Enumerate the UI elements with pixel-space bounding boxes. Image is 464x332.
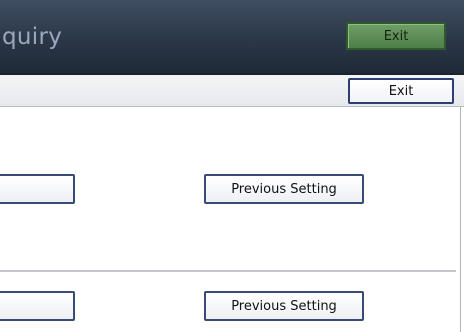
screen: quiry Exit Exit Previous Setting Previou… [0, 0, 464, 332]
section2-previous-setting-button[interactable]: Previous Setting [204, 291, 364, 321]
section1-left-button[interactable] [0, 174, 75, 204]
sub-exit-button[interactable]: Exit [348, 78, 454, 104]
section-divider [0, 270, 456, 272]
page-title: quiry [2, 24, 63, 50]
section1-previous-setting-button[interactable]: Previous Setting [204, 174, 364, 204]
content-right-border [460, 107, 461, 332]
section2-left-button[interactable] [0, 291, 75, 321]
title-exit-button[interactable]: Exit [346, 22, 446, 50]
title-bar: quiry Exit [0, 0, 464, 73]
